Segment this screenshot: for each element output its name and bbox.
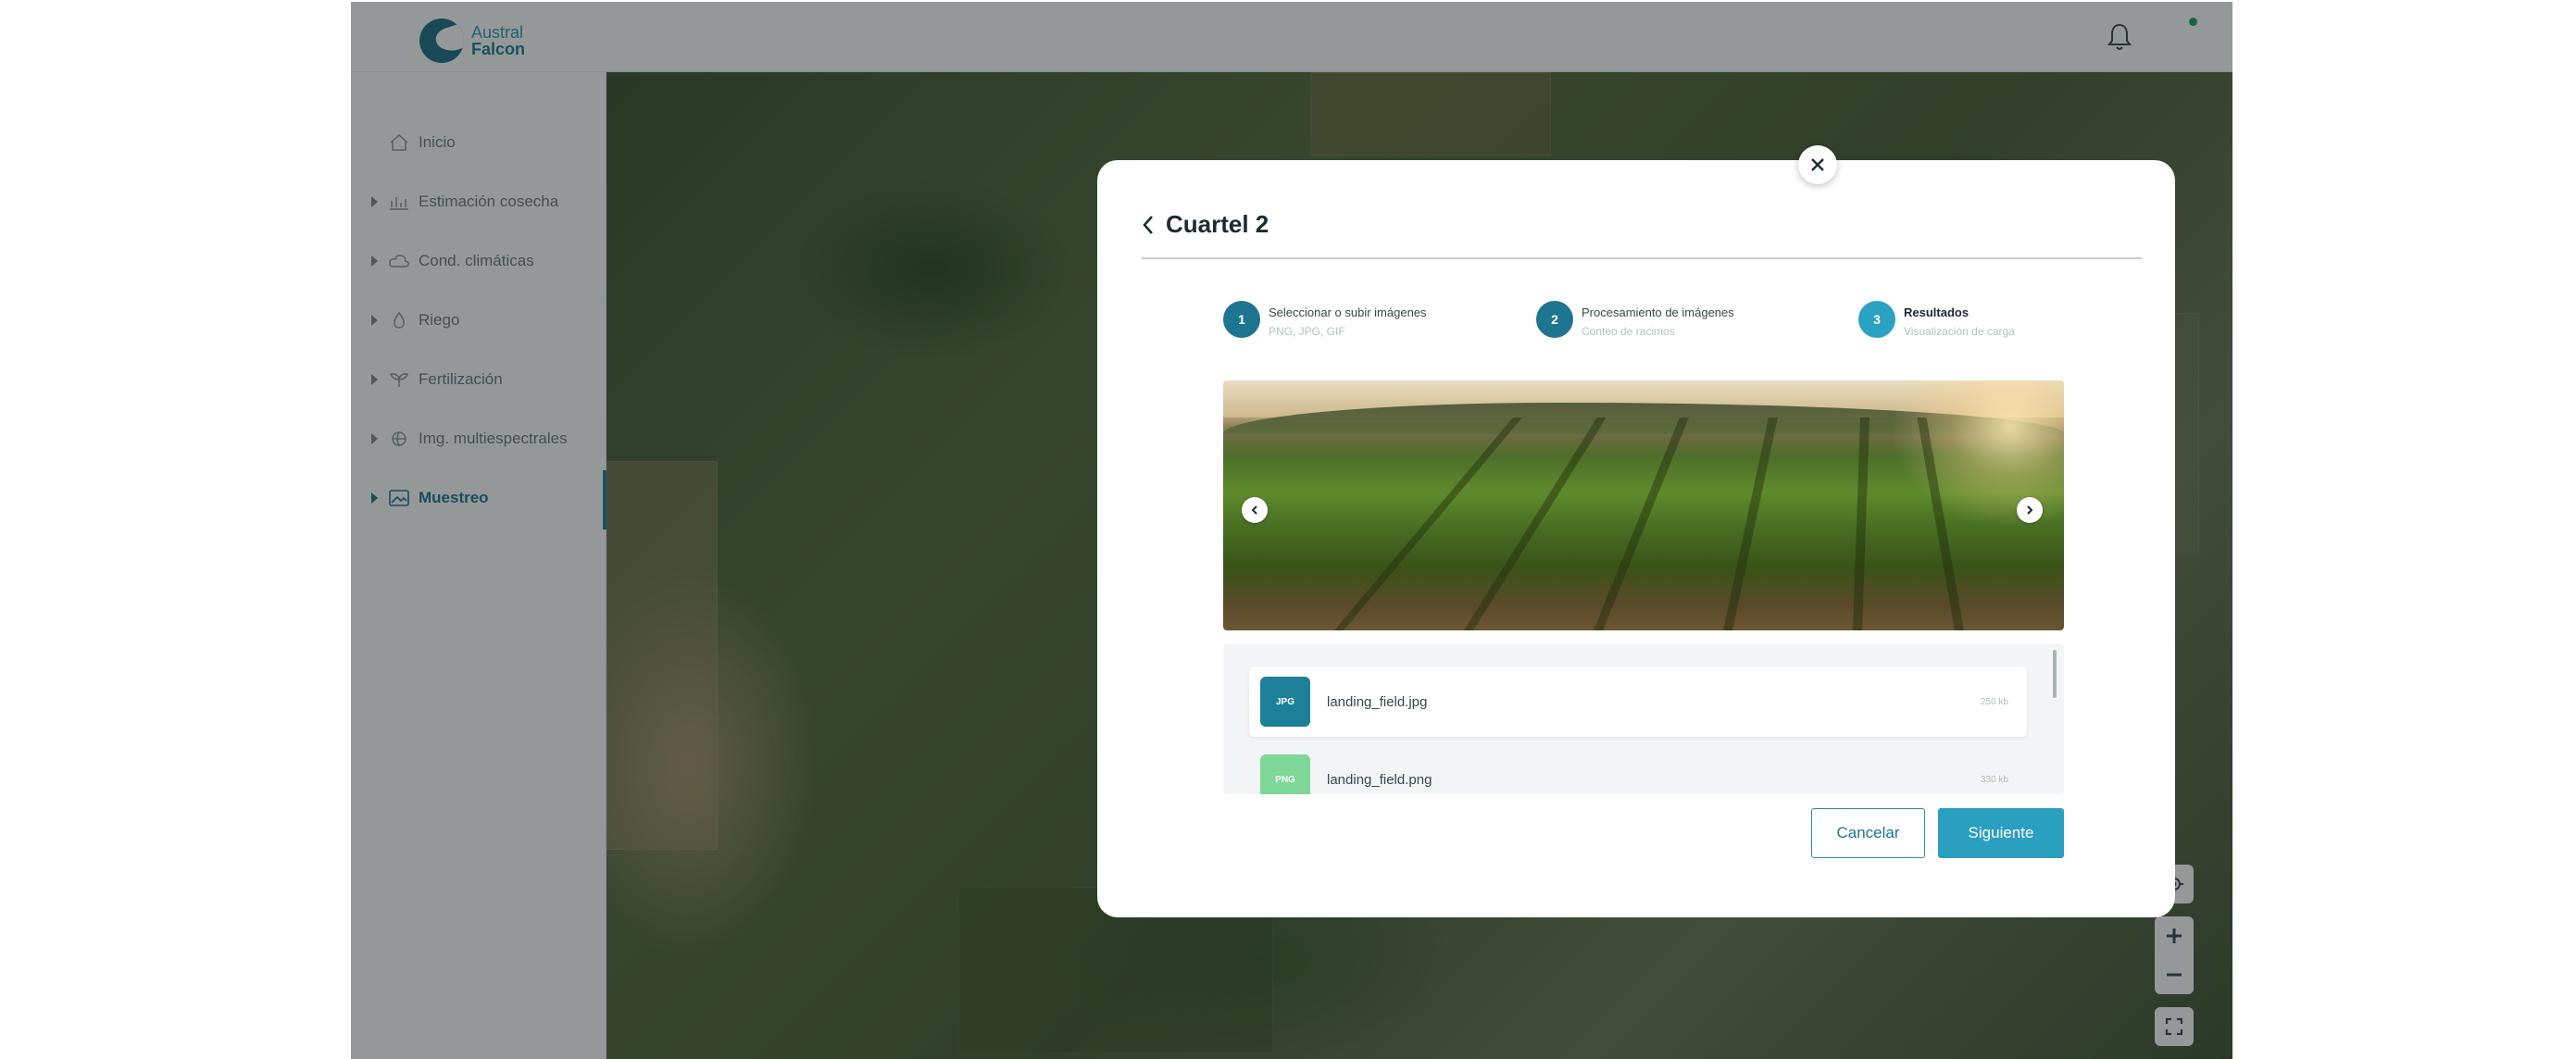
step-subtitle: PNG, JPG, GIF [1269, 325, 1345, 338]
step-number: 1 [1223, 301, 1260, 338]
modal-title: Cuartel 2 [1166, 210, 1269, 238]
file-row[interactable]: JPG landing_field.jpg 250 kb [1249, 667, 2027, 737]
step-title: Procesamiento de imágenes [1582, 305, 1734, 319]
title-divider [1142, 257, 2142, 259]
app-window: Austral Falcon Inicio Estimación cosecha… [351, 2, 2232, 1059]
cancel-button[interactable]: Cancelar [1811, 808, 1925, 858]
upload-modal: Cuartel 2 1 Seleccionar o subir imágenes… [1097, 160, 2175, 917]
close-modal-button[interactable] [1798, 145, 1837, 184]
chevron-right-icon [2027, 505, 2033, 515]
file-name: landing_field.jpg [1327, 693, 1428, 710]
step-number: 2 [1536, 301, 1573, 338]
next-button[interactable]: Siguiente [1938, 808, 2064, 858]
step-3: 3 Resultados Visualización de carga [1858, 301, 2015, 338]
file-type-badge: JPG [1260, 677, 1310, 727]
chevron-left-icon [1251, 505, 1257, 515]
file-name: landing_field.png [1327, 771, 1432, 788]
file-row[interactable]: PNG landing_field.png 330 kb [1249, 744, 2027, 794]
step-subtitle: Conteo de racimos [1582, 325, 1675, 338]
step-subtitle: Visualización de carga [1904, 325, 2015, 338]
step-1: 1 Seleccionar o subir imágenes PNG, JPG,… [1223, 301, 1427, 338]
close-icon [1811, 158, 1824, 171]
carousel-next-button[interactable] [2017, 497, 2043, 523]
step-title: Resultados [1904, 305, 1970, 319]
file-size: 250 kb [1980, 696, 2008, 707]
carousel-prev-button[interactable] [1242, 497, 1268, 523]
chevron-left-icon[interactable] [1142, 215, 1155, 235]
step-2: 2 Procesamiento de imágenes Conteo de ra… [1536, 301, 1734, 338]
vineyard-image-preview [1223, 380, 2064, 630]
file-size: 330 kb [1980, 774, 2008, 785]
step-title: Seleccionar o subir imágenes [1269, 305, 1427, 319]
file-type-badge: PNG [1260, 754, 1310, 794]
file-list[interactable]: JPG landing_field.jpg 250 kb PNG landing… [1223, 644, 2064, 794]
step-number: 3 [1858, 301, 1895, 338]
file-list-scrollbar[interactable] [2053, 650, 2057, 698]
